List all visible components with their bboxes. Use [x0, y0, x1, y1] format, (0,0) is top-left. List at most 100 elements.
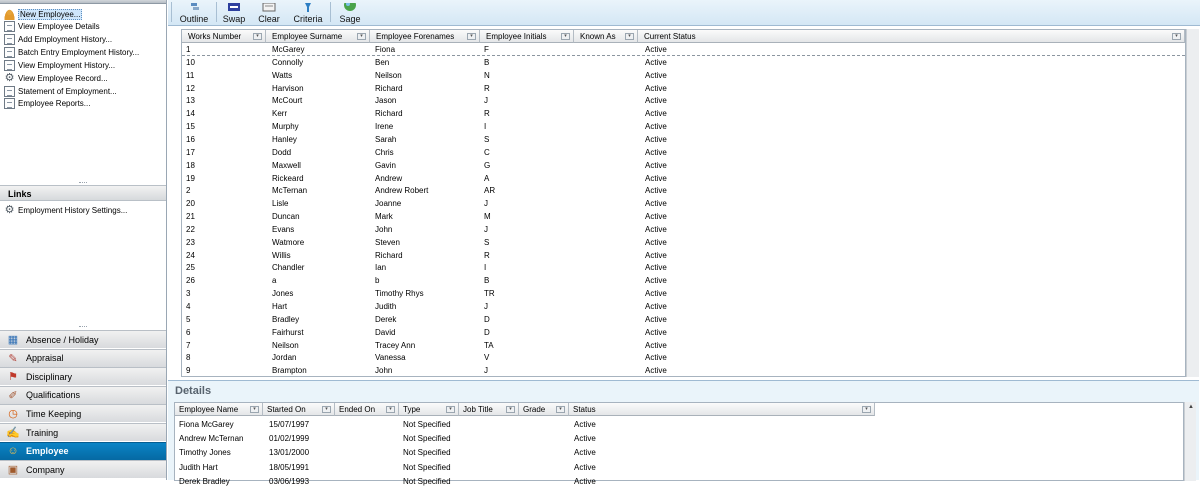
table-row[interactable]: 2 McTernan Andrew Robert AR Active [182, 184, 1185, 197]
details-column-header[interactable]: Ended On ▾ [335, 403, 399, 416]
table-row[interactable]: 18 Maxwell Gavin G Active [182, 159, 1185, 172]
details-column-header[interactable]: Type ▾ [399, 403, 459, 416]
nav-item[interactable]: ⚑ Disciplinary [0, 367, 166, 386]
table-row[interactable]: 1 McGarey Fiona F Active [182, 43, 1185, 56]
table-row[interactable]: 6 Fairhurst David D Active [182, 326, 1185, 339]
task-item[interactable]: View Employee Details [4, 21, 100, 33]
column-filter-icon[interactable]: ▾ [357, 33, 366, 40]
link-employment-history-settings[interactable]: ⚙ Employment History Settings... [4, 204, 128, 216]
details-row[interactable]: Timothy Jones 13/01/2000 Not Specified Acti… [175, 446, 1183, 460]
table-row[interactable]: 25 Chandler Ian I Active [182, 261, 1185, 274]
column-filter-icon[interactable]: ▾ [253, 33, 262, 40]
column-header[interactable]: Works Number ▾ [182, 30, 266, 43]
details-column-header[interactable]: Job Title ▾ [459, 403, 519, 416]
table-row[interactable]: 12 Harvison Richard R Active [182, 82, 1185, 95]
table-cell: Neilson [272, 340, 299, 350]
details-row[interactable]: Judith Hart 18/05/1991 Not Specified Active [175, 461, 1183, 475]
details-column-header[interactable]: Employee Name ▾ [175, 403, 263, 416]
table-row[interactable]: 17 Dodd Chris C Active [182, 146, 1185, 159]
table-cell: Harvison [272, 83, 304, 93]
nav-item[interactable]: ◷ Time Keeping [0, 404, 166, 423]
task-item[interactable]: ⚙ View Employee Record... [4, 72, 108, 84]
table-row[interactable]: 19 Rickeard Andrew A Active [182, 172, 1185, 185]
details-row[interactable]: Fiona McGarey 15/07/1997 Not Specified Acti… [175, 418, 1183, 432]
table-row[interactable]: 5 Bradley Derek D Active [182, 313, 1185, 326]
column-header[interactable]: Employee Forenames ▾ [370, 30, 480, 43]
link-label: Employment History Settings... [18, 205, 128, 215]
table-cell: Andrew [375, 173, 403, 183]
column-filter-icon[interactable]: ▾ [561, 33, 570, 40]
details-column-header[interactable]: Grade ▾ [519, 403, 569, 416]
column-filter-icon[interactable]: ▾ [506, 406, 515, 413]
details-cell: Active [574, 476, 596, 486]
table-row[interactable]: 22 Evans John J Active [182, 223, 1185, 236]
column-filter-icon[interactable]: ▾ [446, 406, 455, 413]
nav-item[interactable]: ✍ Training [0, 423, 166, 441]
scroll-up-arrow-icon[interactable]: ▲ [1187, 403, 1195, 411]
task-item[interactable]: View Employment History... [4, 59, 115, 71]
task-item[interactable]: Statement of Employment... [4, 85, 117, 97]
table-cell: Willis [272, 250, 291, 260]
details-column-header[interactable]: Started On ▾ [263, 403, 335, 416]
nav-item[interactable]: ▦ Absence / Holiday [0, 330, 166, 348]
column-filter-icon[interactable]: ▾ [1172, 33, 1181, 40]
nav-item[interactable]: ☺ Employee [0, 441, 166, 460]
column-filter-icon[interactable]: ▾ [322, 406, 331, 413]
table-row[interactable]: 3 Jones Timothy Rhys TR Active [182, 287, 1185, 300]
table-row[interactable]: 13 McCourt Jason J Active [182, 94, 1185, 107]
details-scrollbar[interactable]: ▲ [1184, 402, 1196, 481]
table-cell: Steven [375, 237, 400, 247]
table-row[interactable]: 9 Brampton John J Active [182, 364, 1185, 377]
nav-item[interactable]: ▣ Company [0, 460, 166, 479]
column-header[interactable]: Current Status ▾ [638, 30, 1185, 43]
column-filter-icon[interactable]: ▾ [467, 33, 476, 40]
column-header[interactable]: Employee Surname ▾ [266, 30, 370, 43]
nav-item[interactable]: ✎ Appraisal [0, 348, 166, 367]
swap-button[interactable]: Swap [220, 0, 248, 24]
column-filter-icon[interactable]: ▾ [625, 33, 634, 40]
task-item[interactable]: New Employee... [4, 8, 83, 20]
column-header-label: Works Number [188, 32, 242, 41]
table-row[interactable]: 20 Lisle Joanne J Active [182, 197, 1185, 210]
table-row[interactable]: 14 Kerr Richard R Active [182, 107, 1185, 120]
table-row[interactable]: 15 Murphy Irene I Active [182, 120, 1185, 133]
table-cell: Derek [375, 314, 397, 324]
details-panel: Details Employee Name ▾ Started On ▾ Ended O… [168, 380, 1199, 486]
table-row[interactable]: 7 Neilson Tracey Ann TA Active [182, 339, 1185, 352]
column-filter-icon[interactable]: ▾ [250, 406, 259, 413]
table-row[interactable]: 8 Jordan Vanessa V Active [182, 351, 1185, 364]
task-item[interactable]: Add Employment History... [4, 34, 112, 46]
criteria-button[interactable]: Criteria [292, 0, 324, 24]
table-cell: Richard [375, 250, 403, 260]
table-row[interactable]: 26 a b B Active [182, 274, 1185, 287]
column-header[interactable]: Employee Initials ▾ [480, 30, 574, 43]
column-filter-icon[interactable]: ▾ [862, 406, 871, 413]
table-cell: AR [484, 186, 496, 196]
table-row[interactable]: 10 Connolly Ben B Active [182, 56, 1185, 69]
table-row[interactable]: 23 Watmore Steven S Active [182, 236, 1185, 249]
column-filter-icon[interactable]: ▾ [556, 406, 565, 413]
details-row[interactable]: Derek Bradley 03/06/1993 Not Specified Acti… [175, 475, 1183, 489]
table-row[interactable]: 16 Hanley Sarah S Active [182, 133, 1185, 146]
column-header[interactable]: Known As ▾ [574, 30, 638, 43]
details-row[interactable]: Andrew McTernan 01/02/1999 Not Specified Ac… [175, 432, 1183, 446]
document-icon [4, 98, 15, 110]
table-cell: Active [645, 224, 667, 234]
task-item[interactable]: Employee Reports... [4, 98, 90, 110]
grid-scrollbar[interactable] [1186, 29, 1199, 377]
task-item[interactable]: Batch Entry Employment History... [4, 47, 139, 59]
column-filter-icon[interactable]: ▾ [386, 406, 395, 413]
table-row[interactable]: 4 Hart Judith J Active [182, 300, 1185, 313]
sage-button[interactable]: Sage [336, 0, 364, 24]
table-row[interactable]: 11 Watts Neilson N Active [182, 69, 1185, 82]
criteria-label: Criteria [293, 14, 323, 24]
nav-item[interactable]: ✐ Qualifications [0, 385, 166, 404]
nav-splitter-handle[interactable] [79, 326, 87, 329]
table-row[interactable]: 21 Duncan Mark M Active [182, 210, 1185, 223]
table-cell: Active [645, 289, 667, 299]
column-header-label: Current Status [644, 32, 696, 41]
clear-button[interactable]: Clear [256, 0, 282, 24]
outline-button[interactable]: Outline [178, 0, 210, 24]
details-column-header[interactable]: Status ▾ [569, 403, 875, 416]
table-row[interactable]: 24 Willis Richard R Active [182, 249, 1185, 262]
